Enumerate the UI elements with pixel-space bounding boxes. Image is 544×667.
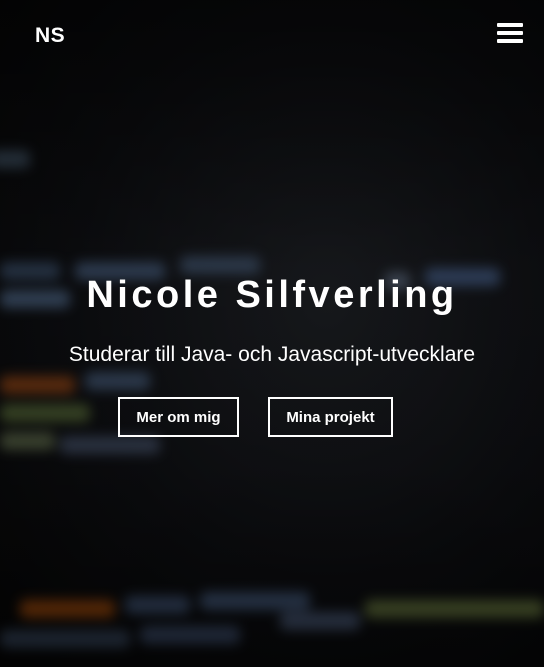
dark-overlay — [0, 0, 544, 667]
site-logo[interactable]: NS — [35, 24, 65, 48]
about-me-button[interactable]: Mer om mig — [118, 397, 239, 437]
hamburger-menu-icon[interactable] — [497, 22, 523, 46]
hero-title: Nicole Silfverling — [86, 274, 458, 316]
my-projects-button[interactable]: Mina projekt — [268, 397, 393, 437]
hero-section — [0, 0, 544, 667]
menu-bar — [497, 31, 523, 35]
menu-bar — [497, 23, 523, 27]
hero-subtitle: Studerar till Java- och Javascript-utvec… — [68, 343, 476, 366]
menu-bar — [497, 39, 523, 43]
